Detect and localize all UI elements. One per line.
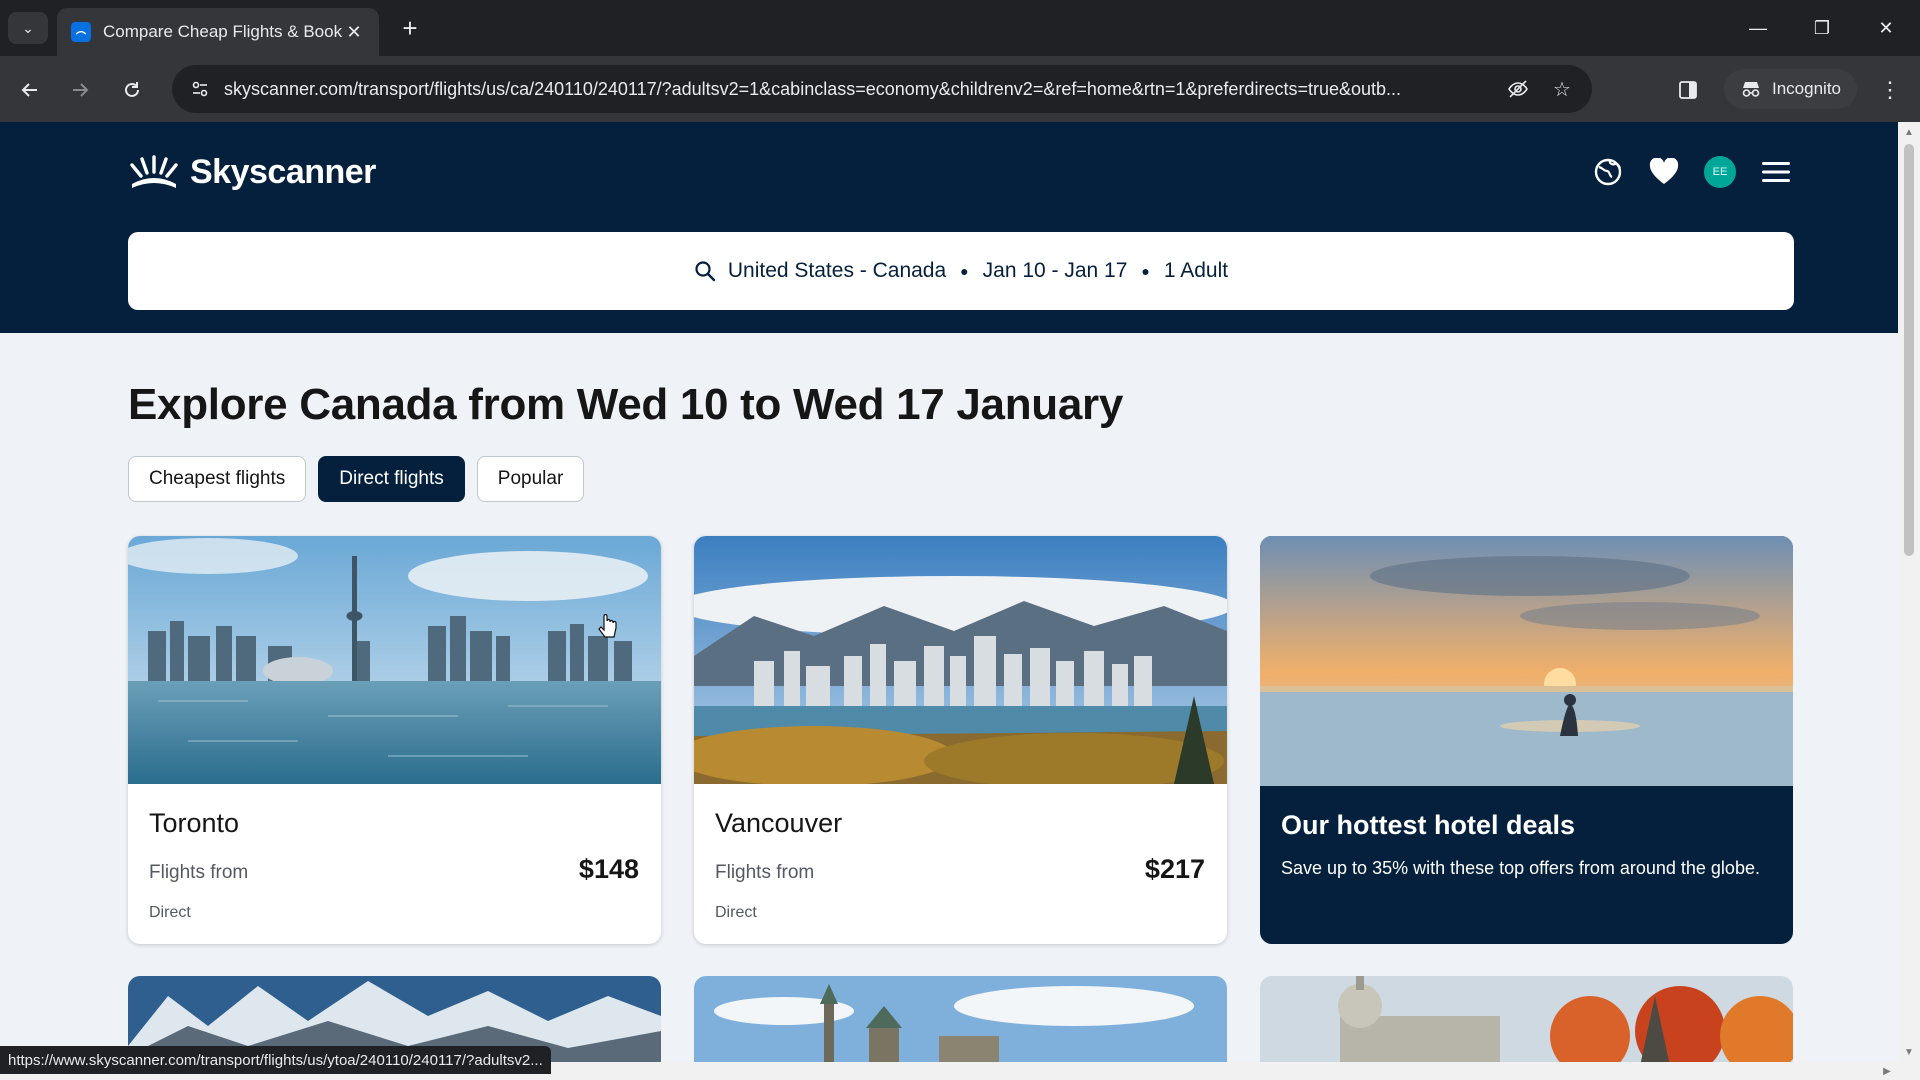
incognito-indicator[interactable]: Incognito [1724, 69, 1857, 109]
skyscanner-logo-icon [130, 155, 178, 188]
close-tab-icon[interactable]: ✕ [343, 21, 365, 43]
destination-card-toronto[interactable]: Toronto Flights from $148 Direct [128, 536, 661, 944]
chip-cheapest-flights[interactable]: Cheapest flights [128, 456, 307, 502]
address-bar[interactable]: skyscanner.com/transport/flights/us/ca/2… [172, 65, 1592, 113]
heart-icon[interactable] [1644, 152, 1684, 192]
promo-title: Our hottest hotel deals [1281, 810, 1576, 840]
skyscanner-favicon-icon [71, 22, 91, 42]
chevron-down-icon: ⌄ [22, 19, 34, 36]
card-price: $217 [1144, 854, 1205, 884]
restore-window-icon[interactable]: ❐ [1804, 12, 1840, 44]
search-summary-bar[interactable]: United States - Canada ● Jan 10 - Jan 17… [128, 232, 1794, 310]
new-tab-button[interactable]: + [396, 13, 424, 43]
separator-dot: ● [1141, 263, 1150, 279]
page-viewport: Skyscanner EE United States - Canada ● J… [0, 122, 1920, 1080]
tab-title: Compare Cheap Flights & Book [103, 22, 343, 41]
skyscanner-logo[interactable]: Skyscanner [128, 150, 376, 194]
menu-icon[interactable] [1756, 152, 1796, 192]
search-travellers: 1 Adult [1163, 259, 1229, 282]
browser-tab-active[interactable]: Compare Cheap Flights & Book ✕ [57, 8, 379, 56]
destination-card-ottawa-peek[interactable] [694, 976, 1227, 1066]
vertical-scrollbar[interactable]: ▲ ▼ [1898, 122, 1920, 1062]
hotel-deals-promo-card[interactable]: Our hottest hotel deals Save up to 35% w… [1260, 536, 1793, 944]
side-panel-icon[interactable] [1670, 72, 1706, 108]
promo-description: Save up to 35% with these top offers fro… [1281, 858, 1760, 878]
browser-tab-strip: ⌄ Compare Cheap Flights & Book ✕ + — ❐ ✕ [0, 0, 1920, 56]
toronto-image [128, 536, 661, 784]
filter-chips: Cheapest flights Direct flights Popular [128, 456, 596, 502]
separator-dot: ● [960, 263, 969, 279]
tab-search-button[interactable]: ⌄ [8, 12, 48, 44]
search-dates: Jan 10 - Jan 17 [982, 259, 1128, 282]
page-title: Explore Canada from Wed 10 to Wed 17 Jan… [128, 380, 1124, 429]
url-text: skyscanner.com/transport/flights/us/ca/2… [224, 78, 1402, 99]
card-stops: Direct [715, 904, 757, 921]
incognito-icon [1742, 82, 1760, 97]
forward-icon[interactable] [62, 72, 98, 108]
eye-off-icon[interactable] [1502, 73, 1534, 105]
scroll-down-arrow-icon[interactable]: ▼ [1898, 1042, 1920, 1062]
logo-text: Skyscanner [190, 152, 376, 191]
browser-menu-icon[interactable]: ⋮ [1872, 72, 1908, 108]
mouse-pointer-icon [598, 613, 620, 647]
avatar[interactable]: EE [1704, 156, 1736, 188]
scrollbar-thumb[interactable] [1904, 144, 1914, 556]
star-icon[interactable]: ☆ [1546, 73, 1578, 105]
card-city: Toronto [149, 808, 240, 838]
hotel-pool-image [1260, 536, 1793, 786]
minimize-window-icon[interactable]: — [1740, 12, 1776, 44]
globe-icon[interactable] [1588, 152, 1628, 192]
chip-direct-flights[interactable]: Direct flights [318, 456, 465, 502]
site-info-icon[interactable] [186, 75, 214, 103]
chip-popular[interactable]: Popular [476, 456, 585, 502]
link-preview-status: https://www.skyscanner.com/transport/fli… [0, 1046, 551, 1074]
back-icon[interactable] [12, 72, 48, 108]
destination-card-montreal-peek[interactable] [1260, 976, 1793, 1066]
card-flights-from-label: Flights from [149, 862, 249, 883]
card-price: $148 [578, 854, 639, 884]
scroll-right-arrow-icon[interactable]: ▶ [1878, 1062, 1896, 1080]
vancouver-image [694, 536, 1227, 784]
search-route: United States - Canada [727, 259, 947, 282]
card-city: Vancouver [715, 808, 843, 838]
destination-card-vancouver[interactable]: Vancouver Flights from $217 Direct [694, 536, 1227, 944]
search-icon [694, 260, 716, 282]
card-stops: Direct [149, 904, 191, 921]
scroll-up-arrow-icon[interactable]: ▲ [1898, 122, 1920, 142]
close-window-icon[interactable]: ✕ [1868, 12, 1904, 44]
browser-toolbar: skyscanner.com/transport/flights/us/ca/2… [0, 56, 1920, 122]
site-header: Skyscanner EE United States - Canada ● J… [0, 122, 1898, 333]
card-flights-from-label: Flights from [715, 862, 815, 883]
reload-icon[interactable] [114, 72, 150, 108]
incognito-label: Incognito [1772, 79, 1841, 98]
